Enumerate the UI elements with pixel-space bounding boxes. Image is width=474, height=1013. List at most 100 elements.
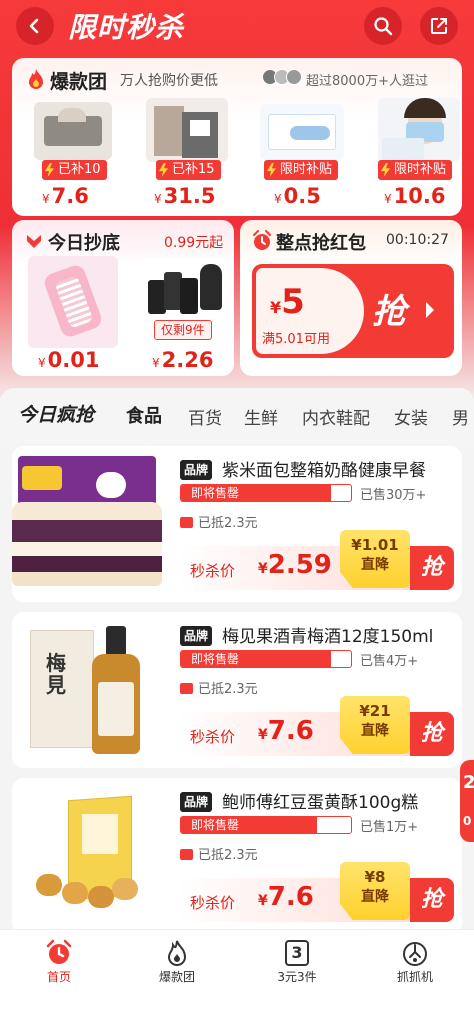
share-button[interactable] [420,7,458,45]
coupon-icon [180,849,193,860]
flame-icon [167,940,187,966]
tab-goods[interactable]: 百货 [188,404,222,429]
nav-label: 爆款团 [158,970,195,984]
deal-price: ¥7.6 [258,882,314,912]
deal-bar[interactable]: 秒杀价 ¥2.59 ¥1.01 直降 抢 [178,530,454,590]
coupon-condition: 满5.01可用 [262,332,330,347]
product-price: ¥0.5 [274,184,321,208]
price-drop-tag: ¥8 直降 [340,862,410,920]
coupon-icon [180,683,193,694]
coupon-amount: ¥5 [270,282,305,322]
tab-men[interactable]: 男 [452,404,469,429]
alarm-clock-icon [253,230,271,250]
deal-label: 秒杀价 [190,562,236,580]
sales-progress: 即将售罄 [180,650,352,668]
floating-red-packet-tab[interactable]: 2 0 [460,760,474,842]
nav-home[interactable]: 首页 [14,938,104,985]
red-packet-title: 整点抢红包 [276,233,366,254]
sold-count: 已售4万+ [360,654,419,669]
tab-underwear[interactable]: 内衣鞋配 [302,404,370,429]
avatar [286,69,302,85]
claw-machine-icon [403,942,427,966]
deal-label: 秒杀价 [190,894,236,912]
hot-group-card[interactable]: 爆款团 万人抢购价更低 超过8000万+人逛过 已补10 已补15 限时补贴 限… [12,58,462,216]
visitor-avatars [262,67,308,89]
subsidy-badge: 限时补贴 [378,160,453,180]
subsidy-text: 已抵2.3元 [180,678,258,697]
subsidy-badge: 已补15 [156,160,221,180]
red-packet-coupon[interactable]: ¥5 满5.01可用 抢 [252,264,454,358]
product-image[interactable] [146,98,228,162]
stock-badge: 仅剩9件 [154,320,212,340]
progress-label: 即将售罄 [191,652,240,666]
sold-count: 已售1万+ [360,820,419,835]
product-card[interactable]: 梅見 品牌 梅见果酒青梅酒12度150ml 即将售罄 已售4万+ 已抵2.3元 … [12,612,462,768]
share-icon [431,18,447,34]
search-button[interactable] [364,7,402,45]
product-image[interactable] [142,258,226,320]
product-image[interactable] [28,256,118,348]
product-image[interactable] [260,104,344,160]
product-image[interactable] [378,98,460,162]
product-name: 梅见果酒青梅酒12度150ml [222,627,434,647]
visitor-count: 超过8000万+人逛过 [306,74,428,89]
nav-label: 首页 [46,970,71,984]
bottom-nav: 首页 爆款团 3 3元3件 抓抓机 [0,929,474,999]
subsidy-badge: 已补10 [42,160,107,180]
product-price: ¥0.01 [38,348,100,372]
product-image[interactable] [12,446,168,602]
product-image[interactable]: 梅見 [12,612,168,768]
subsidy-text: 已抵2.3元 [180,512,258,531]
product-price: ¥2.26 [152,348,214,372]
page-title: 限时秒杀 [68,11,185,44]
tab-food[interactable]: 食品 [126,402,162,428]
number-3-icon: 3 [285,940,309,966]
nav-label: 抓抓机 [396,970,433,984]
product-card[interactable]: 品牌 鲍师傅红豆蛋黄酥100g糕 即将售罄 已售1万+ 已抵2.3元 秒杀价 ¥… [12,778,462,934]
sales-progress: 即将售罄 [180,816,352,834]
red-packet-card[interactable]: 整点抢红包 00:10:27 ¥5 满5.01可用 抢 [240,220,462,376]
product-card[interactable]: 品牌 紫米面包整箱奶酪健康早餐 即将售罄 已售30万+ 已抵2.3元 秒杀价 ¥… [12,446,462,602]
back-button[interactable] [16,7,54,45]
product-image[interactable] [12,778,168,934]
alarm-clock-icon [46,939,72,964]
countdown: 00:10:27 [386,232,449,248]
flame-icon [29,69,43,89]
tab-fresh[interactable]: 生鲜 [244,404,278,429]
bottom-deal-tag: 0.99元起 [164,235,224,251]
arrow-right-icon [426,302,434,318]
product-price: ¥7.6 [42,184,89,208]
chevron-left-icon [29,18,39,34]
hot-group-title: 爆款团 [50,71,108,93]
price-drop-tag: ¥21 直降 [340,696,410,754]
deal-price: ¥2.59 [258,550,332,580]
deal-price: ¥7.6 [258,716,314,746]
nav-claw-machine[interactable]: 抓抓机 [370,938,460,985]
category-tabs: 今日疯抢 食品 百货 生鲜 内衣鞋配 女装 男 [0,388,474,446]
grab-button[interactable]: 抢 [410,712,454,756]
top-bar: 限时秒杀 [0,0,474,56]
tab-women[interactable]: 女装 [394,404,428,429]
arrow-down-icon [27,235,41,248]
grab-button[interactable]: 抢 [410,546,454,590]
grab-button[interactable]: 抢 [410,878,454,922]
grab-button[interactable]: 抢 [372,284,406,333]
price-drop-tag: ¥1.01 直降 [340,530,410,588]
brand-tag: 品牌 [180,792,213,812]
tab-today[interactable]: 今日疯抢 [18,400,94,427]
bottom-deal-card[interactable]: 今日抄底 0.99元起 仅剩9件 ¥0.01 ¥2.26 [12,220,234,376]
subsidy-text: 已抵2.3元 [180,844,258,863]
nav-three-for-three[interactable]: 3 3元3件 [252,938,342,985]
subsidy-badge: 限时补贴 [264,160,339,180]
nav-hot-group[interactable]: 爆款团 [132,938,222,985]
progress-label: 即将售罄 [191,486,240,500]
deal-bar[interactable]: 秒杀价 ¥7.6 ¥8 直降 抢 [178,862,454,922]
product-image[interactable] [34,102,112,160]
product-price: ¥31.5 [154,184,216,208]
deal-bar[interactable]: 秒杀价 ¥7.6 ¥21 直降 抢 [178,696,454,756]
sold-count: 已售30万+ [360,488,427,503]
deal-label: 秒杀价 [190,728,236,746]
product-price: ¥10.6 [384,184,446,208]
sales-progress: 即将售罄 [180,484,352,502]
search-icon [374,17,393,36]
